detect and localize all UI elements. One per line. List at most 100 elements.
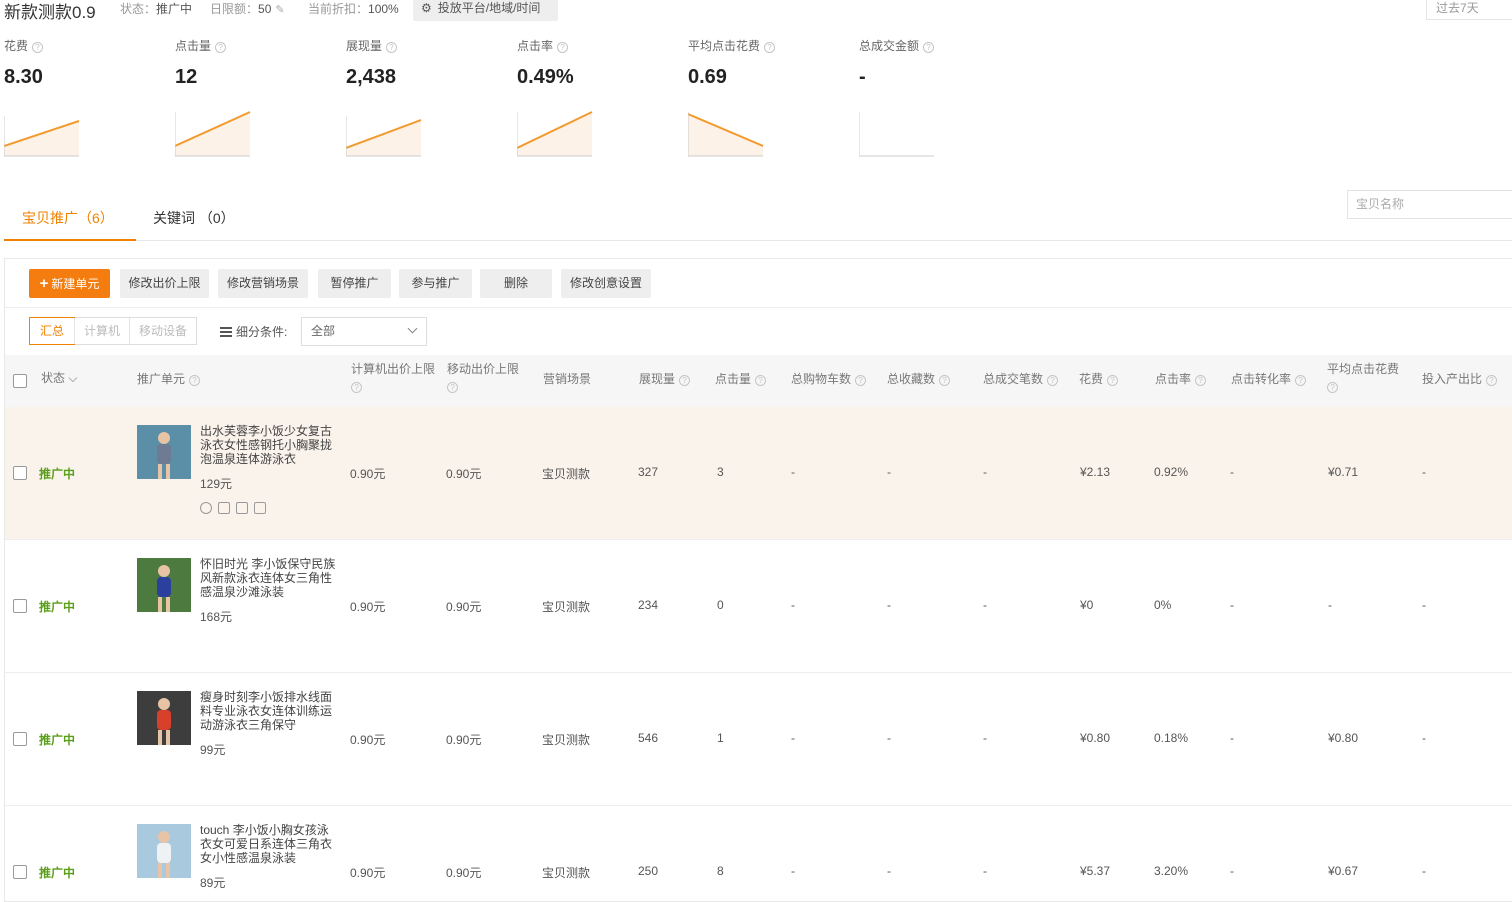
table-row[interactable]: 推广中 touch 李小饭小胸女孩泳衣女可爱日系连体三角衣女小性感温泉泳装 89元… — [5, 806, 1512, 902]
product-image — [137, 425, 191, 479]
col-cart-label: 总购物车数 — [791, 372, 852, 386]
metric-ctr[interactable]: 点击率? 0.49% — [517, 38, 677, 162]
col-pc-bid: 计算机出价上限? — [351, 361, 441, 395]
metric-cpc[interactable]: 平均点击花费? 0.69 — [688, 38, 848, 162]
thumb-leg — [158, 464, 162, 479]
clipboard-icon[interactable] — [218, 502, 230, 514]
product-image — [137, 691, 191, 745]
help-icon[interactable]: ? — [923, 42, 935, 53]
pencil-icon[interactable]: ✎ — [275, 3, 284, 16]
cell-roi: - — [1422, 731, 1426, 745]
help-icon[interactable]: ? — [215, 42, 227, 53]
col-cart: 总购物车数? — [791, 371, 867, 388]
product-thumbnail[interactable] — [137, 558, 191, 612]
col-status[interactable]: 状态 ⌵ — [41, 370, 77, 387]
header-bar: 新款测款0.9 状态：推广中 日限额：50 ✎ 当前折扣：100% ⚙ 投放平台/地… — [0, 0, 1512, 22]
col-cost-label: 花费 — [1079, 372, 1104, 386]
row-status: 推广中 — [39, 866, 76, 880]
help-icon[interactable]: ? — [1295, 375, 1307, 386]
date-range-select[interactable]: 过去7天 — [1426, 0, 1512, 20]
help-icon[interactable]: ? — [386, 42, 398, 53]
discount-meta: 当前折扣：100% — [308, 0, 399, 17]
help-icon[interactable]: ? — [764, 42, 776, 53]
help-icon[interactable]: ? — [855, 375, 867, 386]
product-name[interactable]: 出水芙蓉李小饭少女复古泳衣女性感钢托小胸聚拢泡温泉连体游泳衣 — [200, 424, 336, 466]
row-status: 推广中 — [39, 467, 76, 481]
status-value: 推广中 — [156, 2, 193, 16]
cell-cpc: ¥0.71 — [1328, 465, 1359, 479]
thumb-leg — [166, 730, 170, 745]
cell-scene: 宝贝测款 — [542, 733, 591, 747]
tab-promo[interactable]: 宝贝推广（6） — [22, 208, 114, 228]
segment-pc[interactable]: 计算机 — [74, 318, 129, 344]
metric-cost[interactable]: 花费? 8.30 — [4, 38, 164, 162]
delete-button[interactable]: 删除 — [480, 269, 552, 298]
edit-creative-button[interactable]: 修改创意设置 — [561, 269, 651, 298]
cell-orders: - — [983, 864, 987, 878]
metric-clicks[interactable]: 点击量? 12 — [175, 38, 335, 162]
metric-gmv[interactable]: 总成交金额? - — [859, 38, 1019, 162]
product-thumbnail[interactable] — [137, 425, 191, 479]
metric-cost-label: 花费 — [4, 39, 29, 53]
help-icon[interactable]: ? — [755, 375, 767, 386]
search-input[interactable]: 宝贝名称 — [1347, 190, 1512, 219]
metric-cost-sparkline — [4, 116, 80, 157]
help-icon[interactable]: ? — [447, 382, 458, 393]
tab-keywords[interactable]: 关键词 （0） — [153, 208, 235, 228]
segment-mobile[interactable]: 移动设备 — [129, 318, 196, 344]
help-icon[interactable]: ? — [557, 42, 569, 53]
segment-summary[interactable]: 汇总 — [29, 317, 76, 345]
product-name[interactable]: 瘦身时刻李小饭排水线面料专业泳衣女连体训练运动游泳衣三角保守 — [200, 690, 336, 732]
trash-icon[interactable] — [236, 502, 248, 514]
row-checkbox[interactable] — [13, 865, 27, 879]
help-icon[interactable]: ? — [351, 382, 362, 393]
col-ctr-label: 点击率 — [1155, 372, 1192, 386]
help-icon[interactable]: ? — [939, 375, 951, 386]
col-impressions-label: 展现量 — [639, 372, 676, 386]
discount-label: 当前折扣： — [308, 2, 369, 16]
page-title: 新款测款0.9 — [4, 3, 96, 22]
thumb-head — [158, 565, 170, 577]
select-all-checkbox[interactable] — [13, 374, 27, 388]
help-icon[interactable]: ? — [32, 42, 44, 53]
pause-icon[interactable] — [200, 502, 212, 514]
condition-label-wrap: 细分条件: — [220, 323, 287, 340]
cell-impressions: 327 — [638, 465, 659, 479]
metric-impressions[interactable]: 展现量? 2,438 — [346, 38, 506, 162]
product-name[interactable]: touch 李小饭小胸女孩泳衣女可爱日系连体三角衣女小性感温泉泳装 — [200, 823, 336, 865]
note-icon[interactable] — [254, 502, 266, 514]
thumb-leg — [166, 464, 170, 479]
metric-ctr-label: 点击率 — [517, 39, 554, 53]
cell-scene: 宝贝测款 — [542, 866, 591, 880]
help-icon[interactable]: ? — [679, 375, 691, 386]
product-name[interactable]: 怀旧时光 李小饭保守民族风新款泳衣连体女三角性感温泉沙滩泳装 — [200, 557, 336, 599]
table-row[interactable]: 推广中 怀旧时光 李小饭保守民族风新款泳衣连体女三角性感温泉沙滩泳装 168元 0.… — [5, 540, 1512, 673]
thumb-head — [158, 831, 170, 843]
help-icon[interactable]: ? — [1327, 382, 1338, 393]
platform-settings-button[interactable]: ⚙ 投放平台/地域/时间 — [413, 0, 558, 21]
edit-bid-button[interactable]: 修改出价上限 — [120, 269, 209, 298]
row-checkbox[interactable] — [13, 466, 27, 480]
table-row[interactable]: 推广中 瘦身时刻李小饭排水线面料专业泳衣女连体训练运动游泳衣三角保守 99元 0.9… — [5, 673, 1512, 806]
table-row[interactable]: 推广中 出水芙蓉李小饭少女复古泳衣女性感钢托小胸聚拢泡温泉连体游泳衣 129元 0… — [5, 407, 1512, 540]
help-icon[interactable]: ? — [1195, 375, 1207, 386]
condition-select[interactable]: 全部 — [301, 317, 427, 346]
edit-scene-button[interactable]: 修改营销场景 — [218, 269, 308, 298]
product-thumbnail[interactable] — [137, 691, 191, 745]
new-unit-button[interactable]: + 新建单元 — [29, 269, 110, 298]
cell-roi: - — [1422, 598, 1426, 612]
pause-button[interactable]: 暂停推广 — [318, 269, 391, 298]
join-button[interactable]: 参与推广 — [399, 269, 472, 298]
help-icon[interactable]: ? — [1107, 375, 1119, 386]
chevron-down-icon: ⌵ — [68, 371, 78, 385]
row-checkbox[interactable] — [13, 599, 27, 613]
row-checkbox[interactable] — [13, 732, 27, 746]
help-icon[interactable]: ? — [1486, 375, 1498, 386]
cell-clicks: 3 — [717, 465, 724, 479]
discount-value: 100% — [368, 2, 399, 16]
help-icon[interactable]: ? — [189, 375, 201, 386]
table-header: 状态 ⌵ 推广单元? 计算机出价上限? 移动出价上限? 营销场景 展现量? 点击… — [5, 355, 1512, 407]
help-icon[interactable]: ? — [1047, 375, 1059, 386]
row-status: 推广中 — [39, 600, 76, 614]
product-thumbnail[interactable] — [137, 824, 191, 878]
